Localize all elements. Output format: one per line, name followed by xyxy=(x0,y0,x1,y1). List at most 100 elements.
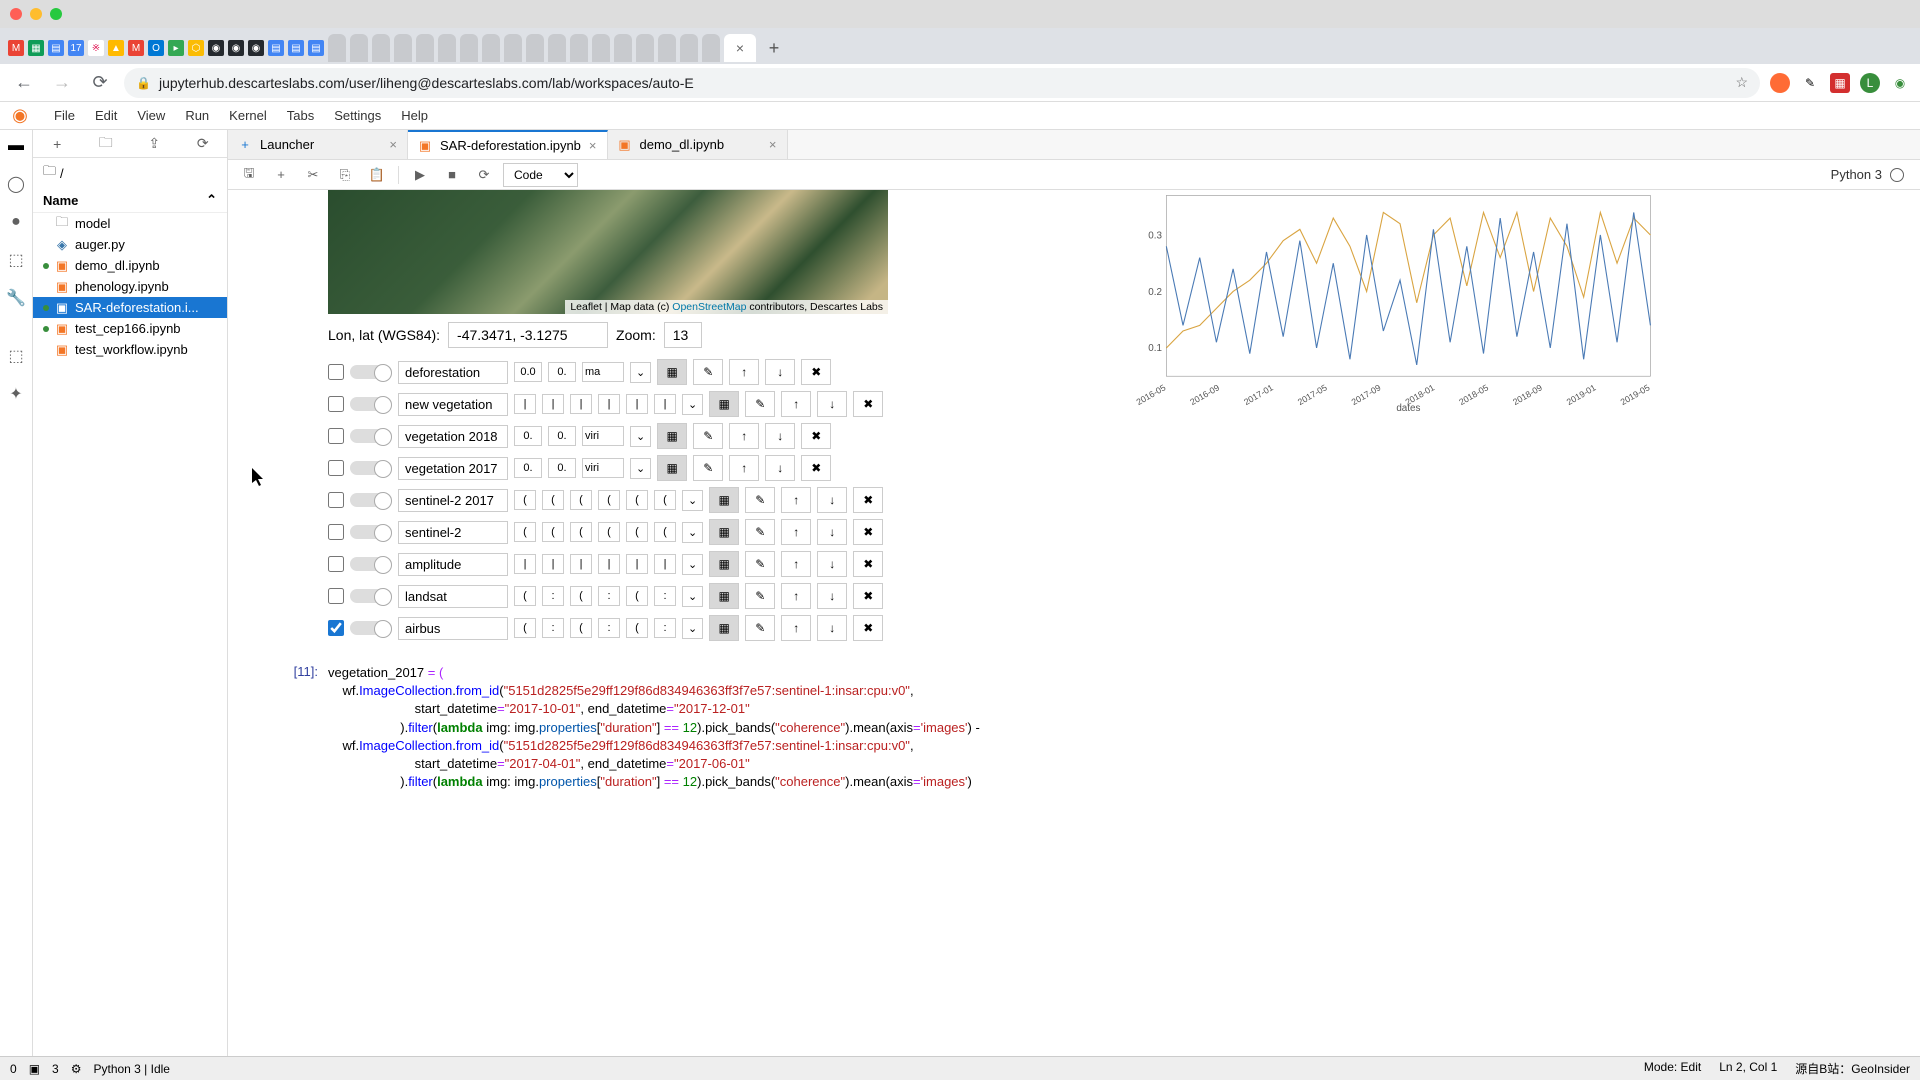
run-button[interactable]: ▶ xyxy=(407,163,433,187)
colormap-select[interactable] xyxy=(582,426,624,446)
browser-tab[interactable] xyxy=(372,34,390,62)
scale-max-input[interactable] xyxy=(548,362,576,382)
opacity-slider[interactable] xyxy=(350,429,392,443)
scale-input[interactable] xyxy=(514,490,536,510)
grid-button[interactable]: ▦ xyxy=(709,391,739,417)
stop-button[interactable]: ■ xyxy=(439,163,465,187)
cut-button[interactable]: ✂ xyxy=(300,163,326,187)
gmail2-icon[interactable]: M xyxy=(128,40,144,56)
jupyter-logo-icon[interactable]: ◉ xyxy=(8,104,32,128)
move-up-button[interactable]: ↑ xyxy=(781,615,811,641)
github-icon[interactable]: ◉ xyxy=(228,40,244,56)
scale-input[interactable] xyxy=(598,618,620,638)
move-up-button[interactable]: ↑ xyxy=(781,583,811,609)
scale-input[interactable] xyxy=(514,554,536,574)
scale-input[interactable] xyxy=(654,490,676,510)
extension-icon[interactable]: ⬚ xyxy=(6,346,26,366)
tab-icon[interactable]: ⬡ xyxy=(188,40,204,56)
menu-edit[interactable]: Edit xyxy=(85,104,127,127)
delete-layer-button[interactable]: ✖ xyxy=(853,487,883,513)
scale-input[interactable] xyxy=(570,490,592,510)
scale-input[interactable] xyxy=(626,586,648,606)
move-down-button[interactable]: ↓ xyxy=(817,551,847,577)
puzzle-icon[interactable]: ✦ xyxy=(6,384,26,404)
browser-tab[interactable] xyxy=(416,34,434,62)
scale-input[interactable] xyxy=(542,394,564,414)
menu-tabs[interactable]: Tabs xyxy=(277,104,324,127)
scale-input[interactable] xyxy=(654,554,676,574)
opacity-slider[interactable] xyxy=(350,365,392,379)
code-cell[interactable]: [11]: vegetation_2017 = ( wf.ImageCollec… xyxy=(238,664,1910,791)
url-input[interactable]: 🔒 jupyterhub.descarteslabs.com/user/lihe… xyxy=(124,68,1760,98)
grid-button[interactable]: ▦ xyxy=(709,583,739,609)
scale-input[interactable] xyxy=(654,618,676,638)
github-icon[interactable]: ◉ xyxy=(208,40,224,56)
file-item[interactable]: ▣test_workflow.ipynb xyxy=(33,339,227,360)
opacity-slider[interactable] xyxy=(350,525,392,539)
close-tab-icon[interactable]: × xyxy=(769,137,777,152)
browser-tab[interactable] xyxy=(614,34,632,62)
scale-min-input[interactable] xyxy=(514,362,542,382)
autoscale-button[interactable]: ✎ xyxy=(745,615,775,641)
reload-button[interactable]: ⟳ xyxy=(86,69,114,97)
gear-icon[interactable]: ⚙ xyxy=(71,1062,82,1076)
star-icon[interactable]: ☆ xyxy=(1735,74,1748,91)
move-down-button[interactable]: ↓ xyxy=(765,423,795,449)
browser-tab[interactable] xyxy=(482,34,500,62)
autoscale-button[interactable]: ✎ xyxy=(745,551,775,577)
move-down-button[interactable]: ↓ xyxy=(817,391,847,417)
scale-input[interactable] xyxy=(626,618,648,638)
extension-icon[interactable] xyxy=(1770,73,1790,93)
layer-visibility-checkbox[interactable] xyxy=(328,428,344,444)
scale-input[interactable] xyxy=(542,554,564,574)
extension-icon[interactable]: ▦ xyxy=(1830,73,1850,93)
scale-input[interactable] xyxy=(542,490,564,510)
new-launcher-button[interactable]: + xyxy=(45,132,69,156)
dropdown-icon[interactable]: ⌄ xyxy=(682,522,703,543)
scale-input[interactable] xyxy=(514,522,536,542)
browser-tab[interactable] xyxy=(548,34,566,62)
dropdown-icon[interactable]: ⌄ xyxy=(630,458,651,479)
scale-input[interactable] xyxy=(514,618,536,638)
colormap-select[interactable] xyxy=(582,458,624,478)
scale-max-input[interactable] xyxy=(548,426,576,446)
close-window-button[interactable] xyxy=(10,8,22,20)
scale-input[interactable] xyxy=(654,522,676,542)
dropdown-icon[interactable]: ⌄ xyxy=(630,362,651,383)
paste-button[interactable]: 📋 xyxy=(364,163,390,187)
opacity-slider[interactable] xyxy=(350,557,392,571)
kernel-name[interactable]: Python 3 xyxy=(1831,167,1882,182)
browser-tab[interactable] xyxy=(328,34,346,62)
scale-input[interactable] xyxy=(654,586,676,606)
browser-tab[interactable] xyxy=(702,34,720,62)
move-up-button[interactable]: ↑ xyxy=(729,423,759,449)
move-up-button[interactable]: ↑ xyxy=(781,551,811,577)
add-cell-button[interactable]: + xyxy=(268,163,294,187)
scale-input[interactable] xyxy=(598,522,620,542)
osm-link[interactable]: OpenStreetMap xyxy=(672,301,746,313)
file-browser-header[interactable]: Name ⌃ xyxy=(33,188,227,213)
cell-type-select[interactable]: Code xyxy=(503,163,578,187)
move-down-button[interactable]: ↓ xyxy=(817,615,847,641)
grid-button[interactable]: ▦ xyxy=(709,487,739,513)
profile-avatar[interactable]: L xyxy=(1860,73,1880,93)
menu-help[interactable]: Help xyxy=(391,104,438,127)
move-up-button[interactable]: ↑ xyxy=(781,487,811,513)
slack-icon[interactable]: ※ xyxy=(88,40,104,56)
move-up-button[interactable]: ↑ xyxy=(781,519,811,545)
layer-name-input[interactable] xyxy=(398,553,508,576)
maximize-window-button[interactable] xyxy=(50,8,62,20)
layer-name-input[interactable] xyxy=(398,521,508,544)
calendar-icon[interactable]: 17 xyxy=(68,40,84,56)
new-folder-button[interactable]: 🗀 xyxy=(94,132,118,156)
grid-button[interactable]: ▦ xyxy=(709,615,739,641)
autoscale-button[interactable]: ✎ xyxy=(693,455,723,481)
menu-run[interactable]: Run xyxy=(175,104,219,127)
scale-input[interactable] xyxy=(570,554,592,574)
scale-input[interactable] xyxy=(598,586,620,606)
scale-input[interactable] xyxy=(626,490,648,510)
dropdown-icon[interactable]: ⌄ xyxy=(682,586,703,607)
scale-input[interactable] xyxy=(598,394,620,414)
copy-button[interactable]: ⎘ xyxy=(332,163,358,187)
scale-input[interactable] xyxy=(542,586,564,606)
